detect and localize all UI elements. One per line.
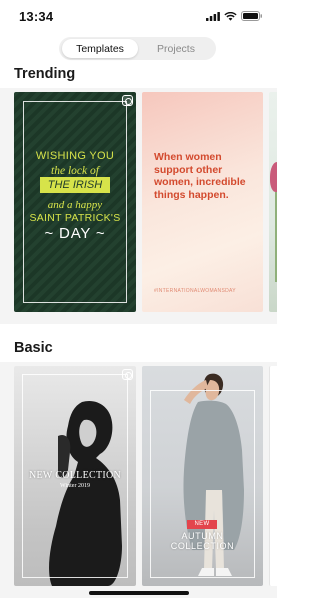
card-line: and a happy xyxy=(47,199,103,211)
card-line-highlight: THE IRISH xyxy=(40,177,110,193)
basic-row[interactable]: NEW COLLECTION Winter 2019 NEW AUTUMN CO… xyxy=(0,362,277,598)
template-card-autumn-collection[interactable]: NEW AUTUMN COLLECTION xyxy=(142,366,263,586)
tulip-image xyxy=(270,162,277,192)
home-indicator xyxy=(89,591,189,595)
card-subtitle: Winter 2019 xyxy=(60,483,90,489)
card-title-line: COLLECTION xyxy=(170,541,235,551)
card-hashtag: #INTERNATIONALWOMANSDAY xyxy=(154,288,236,294)
template-card-womens-day[interactable]: When women support other women, incredib… xyxy=(142,92,263,312)
battery-icon xyxy=(241,11,262,21)
status-time: 13:34 xyxy=(19,9,54,24)
card-quote: When women support other women, incredib… xyxy=(154,151,246,201)
template-card-new-collection[interactable]: NEW COLLECTION Winter 2019 xyxy=(14,366,136,586)
status-bar: 13:34 xyxy=(0,0,277,30)
template-card-partial[interactable] xyxy=(269,366,277,586)
card-line: the lock of xyxy=(51,165,99,177)
card-line: ~ DAY ~ xyxy=(44,225,106,242)
status-icons xyxy=(206,11,263,21)
template-card-tulips[interactable] xyxy=(269,92,277,312)
card-title-line: AUTUMN xyxy=(181,531,224,541)
tab-projects[interactable]: Projects xyxy=(139,39,213,58)
templates-projects-switch: Templates Projects xyxy=(59,37,216,60)
card-line: SAINT PATRICK'S xyxy=(29,212,121,224)
signal-icon xyxy=(206,11,220,21)
section-title-basic: Basic xyxy=(14,340,53,356)
template-card-st-patricks[interactable]: WISHING YOU the lock of THE IRISH and a … xyxy=(14,92,136,312)
wifi-icon xyxy=(224,11,237,21)
new-badge: NEW xyxy=(187,520,217,529)
tulip-stem xyxy=(275,192,277,282)
section-title-trending: Trending xyxy=(14,66,76,82)
trending-row[interactable]: WISHING YOU the lock of THE IRISH and a … xyxy=(0,88,277,324)
tab-templates[interactable]: Templates xyxy=(62,39,138,58)
card-title: NEW COLLECTION xyxy=(28,470,122,481)
card-line: WISHING YOU xyxy=(35,150,115,162)
instagram-icon xyxy=(122,369,133,380)
instagram-icon xyxy=(122,95,133,106)
